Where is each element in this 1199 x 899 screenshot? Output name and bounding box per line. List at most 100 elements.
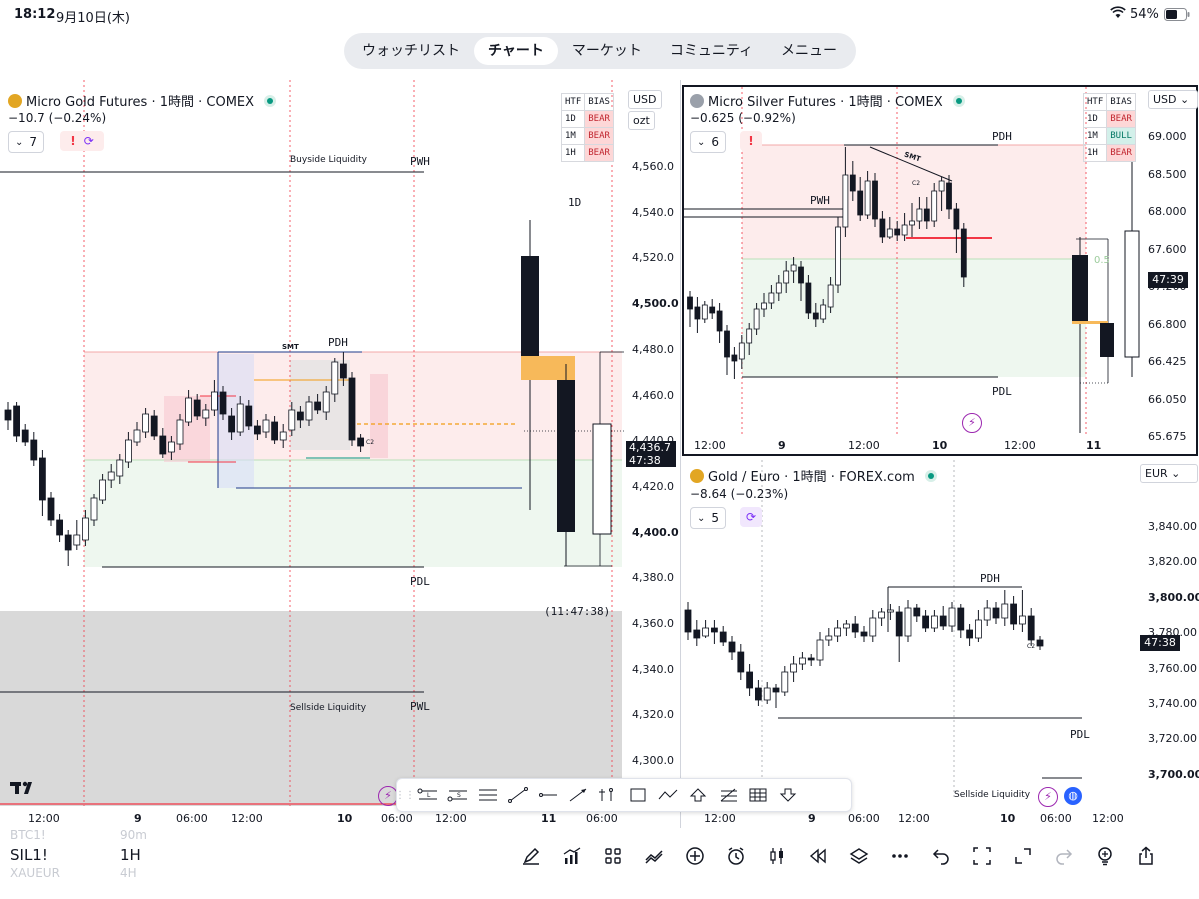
horizontal-ray-icon[interactable] xyxy=(533,782,563,808)
sync-icon: ⟳ xyxy=(83,134,94,148)
more-icon[interactable] xyxy=(885,843,915,869)
price-tick: 4,540.0 xyxy=(632,205,674,219)
long-position-icon[interactable]: L xyxy=(413,782,443,808)
candle-body xyxy=(47,497,55,521)
candle-body xyxy=(56,519,63,536)
symbol-next[interactable]: XAUEUR xyxy=(10,866,60,880)
arrow-line-icon[interactable] xyxy=(563,782,593,808)
tab-menu[interactable]: メニュー xyxy=(767,37,851,65)
candle-body xyxy=(339,363,347,379)
globe-icon[interactable]: ◍ xyxy=(1064,787,1082,805)
arrow-down-icon[interactable] xyxy=(773,782,803,808)
undo-icon[interactable] xyxy=(926,843,956,869)
price-tick: 3,760.00 xyxy=(1148,661,1197,675)
wifi-icon xyxy=(1110,6,1126,24)
candle-body xyxy=(314,401,322,411)
candle-body xyxy=(790,663,797,673)
share-icon[interactable] xyxy=(1131,843,1161,869)
candle-body xyxy=(253,425,261,435)
candle-body xyxy=(939,615,947,627)
buyside-liquidity-label: Buyside Liquidity xyxy=(290,155,368,165)
add-symbol-icon[interactable] xyxy=(680,843,710,869)
battery-icon xyxy=(1164,8,1190,25)
short-position-icon[interactable]: S xyxy=(443,782,473,808)
candle-body xyxy=(851,623,859,633)
gold-currency-select[interactable]: USD xyxy=(628,90,662,109)
eur-pdl-label: PDL xyxy=(1070,728,1090,741)
fib-retracement-icon[interactable] xyxy=(713,782,743,808)
silver-indicators-toggle[interactable]: ⌄ 6 xyxy=(690,131,727,153)
parallel-lines-icon[interactable] xyxy=(473,782,503,808)
replay-icon[interactable] xyxy=(803,843,833,869)
eur-indicators-toggle[interactable]: ⌄ 5 xyxy=(690,507,727,529)
tab-market[interactable]: マーケット xyxy=(558,37,656,65)
gold-symbol-title[interactable]: Micro Gold Futures · 1時間 · COMEX xyxy=(8,91,277,110)
interval-next[interactable]: 4H xyxy=(120,866,137,880)
candle-body xyxy=(39,457,46,501)
silver-currency-select[interactable]: USD ⌄ xyxy=(1148,90,1198,109)
symbol-prev[interactable]: BTC1! xyxy=(10,828,46,842)
fullscreen-icon[interactable] xyxy=(1008,843,1038,869)
drag-handle-icon[interactable]: ⋮⋮ xyxy=(395,782,415,808)
silver-symbol-title[interactable]: Micro Silver Futures · 1時間 · COMEX xyxy=(690,91,965,110)
eur-alerts-icon[interactable]: ⚡ xyxy=(1038,787,1058,807)
candle-body xyxy=(746,328,753,344)
sync-icon[interactable]: ⟳ xyxy=(740,507,762,527)
fit-screen-icon[interactable] xyxy=(967,843,997,869)
candle-body xyxy=(798,266,804,284)
eur-symbol-title[interactable]: Gold / Euro · 1時間 · FOREX.com xyxy=(690,466,937,485)
htf-row-tf: 1M xyxy=(560,127,586,145)
ideas-bulb-icon[interactable] xyxy=(1090,843,1120,869)
eur-currency-select[interactable]: EUR ⌄ xyxy=(1140,464,1198,483)
gold-chart-canvas[interactable] xyxy=(0,80,680,828)
c2-label: C2 xyxy=(366,439,375,446)
arrow-up-icon[interactable] xyxy=(683,782,713,808)
eur-sellside-liquidity-label: Sellside Liquidity xyxy=(954,790,1031,800)
silver-time-axis[interactable]: 12:00 9 12:00 10 12:00 11 xyxy=(682,436,1198,456)
path-icon[interactable] xyxy=(653,782,683,808)
tab-watchlist[interactable]: ウォッチリスト xyxy=(348,37,474,65)
warning-icon: ! xyxy=(748,134,754,148)
gold-chart-panel[interactable]: Buyside Liquidity PWH SMT PDH 1D C2 PDL … xyxy=(0,80,680,828)
time-tick: 06:00 xyxy=(381,812,413,825)
gold-alert-badge[interactable]: ! ⟳ xyxy=(60,131,104,151)
candle-body xyxy=(159,435,167,455)
candle-body xyxy=(30,439,38,461)
tab-community[interactable]: コミュニティ xyxy=(656,37,767,65)
trend-line-icon[interactable] xyxy=(503,782,533,808)
alarm-icon[interactable] xyxy=(721,843,751,869)
symbol-current[interactable]: SIL1! xyxy=(10,846,48,864)
price-tick: 3,720.00 xyxy=(1148,732,1197,746)
candle-body xyxy=(864,180,871,216)
gold-unit-select[interactable]: ozt xyxy=(628,111,655,130)
compare-icon[interactable] xyxy=(639,843,669,869)
candles-icon[interactable] xyxy=(762,843,792,869)
interval-prev[interactable]: 90m xyxy=(120,828,147,842)
candle-timer: (11:47:38) xyxy=(544,605,611,618)
candle-body xyxy=(709,306,716,314)
candle-body xyxy=(710,627,718,633)
interval-current[interactable]: 1H xyxy=(120,846,141,864)
htf-row-bias: BEAR xyxy=(1106,110,1136,128)
tab-chart[interactable]: チャート xyxy=(474,37,558,65)
layers-icon[interactable] xyxy=(844,843,874,869)
drawing-toolbar[interactable]: ⋮⋮ L S xyxy=(395,778,852,812)
layout-grid-icon[interactable] xyxy=(598,843,628,869)
time-tick: 11 xyxy=(1086,439,1102,452)
candle-body xyxy=(834,627,842,637)
gold-indicators-toggle[interactable]: ⌄ 7 xyxy=(8,131,45,153)
candle-body xyxy=(931,190,938,222)
table-icon[interactable] xyxy=(743,782,773,808)
indicators-icon[interactable] xyxy=(557,843,587,869)
status-bar: 18:12 9月10日(木) 54% xyxy=(0,0,1199,30)
price-range-icon[interactable] xyxy=(593,782,623,808)
candle-body xyxy=(693,629,701,639)
silver-alerts-icon[interactable]: ⚡ xyxy=(962,413,982,433)
rectangle-icon[interactable] xyxy=(623,782,653,808)
panel-divider-vertical[interactable] xyxy=(680,80,681,828)
draw-pen-icon[interactable] xyxy=(516,843,546,869)
eur-price-axis[interactable]: 3,840.00 3,820.00 3,800.00 3,780.00 3,760.00… xyxy=(1140,520,1199,790)
time-tick: 12:00 xyxy=(704,812,736,825)
redo-icon[interactable] xyxy=(1049,843,1079,869)
silver-alert-badge[interactable]: ! xyxy=(740,131,762,151)
